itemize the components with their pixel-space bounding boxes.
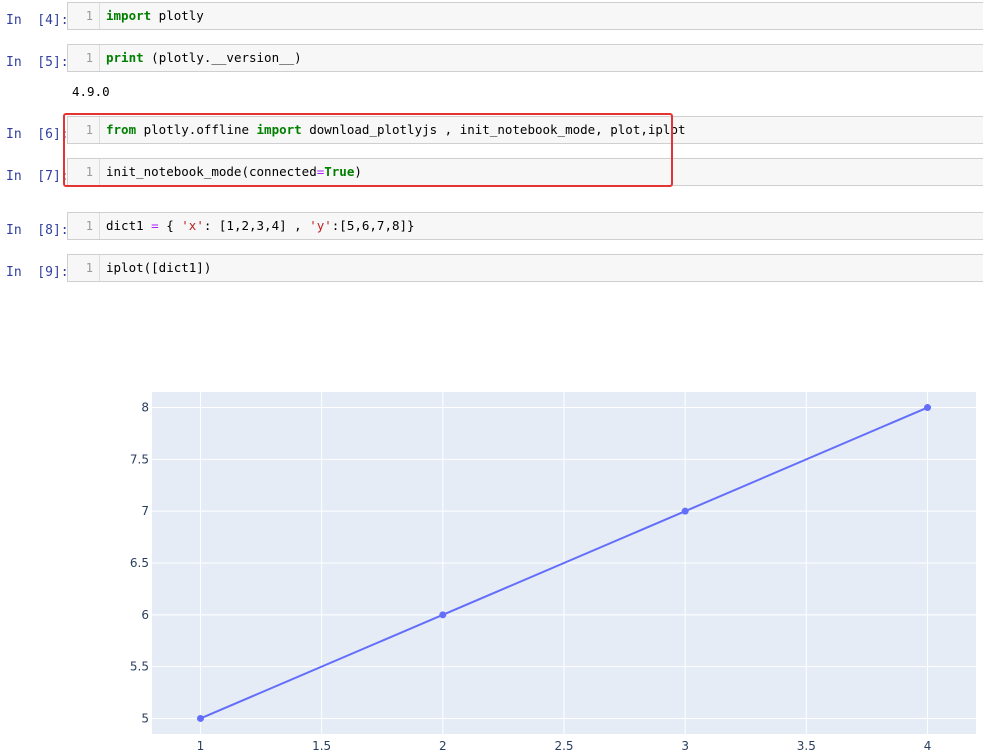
x-tick-label: 2 [439, 739, 447, 753]
y-tick-label: 8 [141, 401, 149, 415]
data-point-marker[interactable] [196, 714, 204, 722]
line-number: 1 [68, 3, 100, 29]
y-tick-label: 6 [141, 608, 149, 622]
code-token: import [106, 8, 152, 23]
data-point-marker[interactable] [439, 611, 447, 619]
y-tick-label: 7 [141, 504, 149, 518]
x-tick-label: 1.5 [312, 739, 331, 753]
code-token: plotly [151, 8, 204, 23]
code-token: True [324, 164, 355, 179]
line-number: 1 [68, 45, 100, 71]
line-number: 1 [68, 117, 100, 143]
code-line[interactable]: import plotly [106, 3, 204, 29]
code-token: import [256, 122, 302, 137]
line-number: 1 [68, 213, 100, 239]
y-tick-label: 5 [141, 711, 149, 725]
x-tick-label: 4 [924, 739, 932, 753]
code-token: : [1,2,3,4] , [203, 218, 310, 233]
y-tick-label: 5.5 [130, 660, 149, 674]
cell-prompt: In [9]: [6, 265, 69, 280]
code-input[interactable]: 1 init_notebook_mode(connected=True) [67, 158, 983, 186]
cell-prompt: In [7]: [6, 169, 69, 184]
code-input[interactable]: 1 print (plotly.__version__) [67, 44, 983, 72]
x-tick-label: 2.5 [554, 739, 573, 753]
code-token: (plotly.__version__) [143, 50, 302, 65]
code-token: :[5,6,7,8]} [331, 218, 415, 233]
line-number: 1 [68, 255, 100, 281]
code-token: 'x' [181, 218, 204, 233]
data-point-marker[interactable] [924, 404, 932, 412]
line-number: 1 [68, 159, 100, 185]
code-line[interactable]: iplot([dict1]) [106, 255, 211, 281]
code-line[interactable]: init_notebook_mode(connected=True) [106, 159, 362, 185]
plotly-line-chart[interactable]: 1 1.5 2 2.5 3 3.5 4 5 5.5 6 6.5 7 7.5 8 [0, 380, 983, 756]
code-token: 'y' [309, 218, 332, 233]
code-token: = [151, 218, 159, 233]
code-token: plotly.offline [136, 122, 257, 137]
y-tick-label: 6.5 [130, 556, 149, 570]
cell-output-text: 4.9.0 [72, 84, 110, 99]
code-token: ) [354, 164, 362, 179]
cell-prompt: In [8]: [6, 223, 69, 238]
cell-prompt: In [4]: [6, 13, 69, 28]
x-tick-label: 3 [681, 739, 689, 753]
y-tick-label: 7.5 [130, 452, 149, 466]
x-tick-label: 1 [197, 739, 205, 753]
code-token: init_notebook_mode(connected [106, 164, 317, 179]
code-line[interactable]: dict1 = { 'x': [1,2,3,4] , 'y':[5,6,7,8]… [106, 213, 415, 239]
code-token: dict1 [106, 218, 152, 233]
code-token: from [106, 122, 137, 137]
code-input[interactable]: 1 import plotly [67, 2, 983, 30]
code-token: download_plotlyjs , init_notebook_mode, … [301, 122, 686, 137]
code-token: print [106, 50, 144, 65]
x-tick-label: 3.5 [797, 739, 816, 753]
code-input[interactable]: 1 from plotly.offline import download_pl… [67, 116, 983, 144]
data-point-marker[interactable] [681, 507, 689, 515]
code-input[interactable]: 1 dict1 = { 'x': [1,2,3,4] , 'y':[5,6,7,… [67, 212, 983, 240]
code-input[interactable]: 1 iplot([dict1]) [67, 254, 983, 282]
cell-prompt: In [5]: [6, 55, 69, 70]
code-token: { [158, 218, 182, 233]
code-line[interactable]: from plotly.offline import download_plot… [106, 117, 686, 143]
cell-prompt: In [6]: [6, 127, 69, 142]
code-line[interactable]: print (plotly.__version__) [106, 45, 302, 71]
code-token: iplot([dict1]) [106, 260, 212, 275]
